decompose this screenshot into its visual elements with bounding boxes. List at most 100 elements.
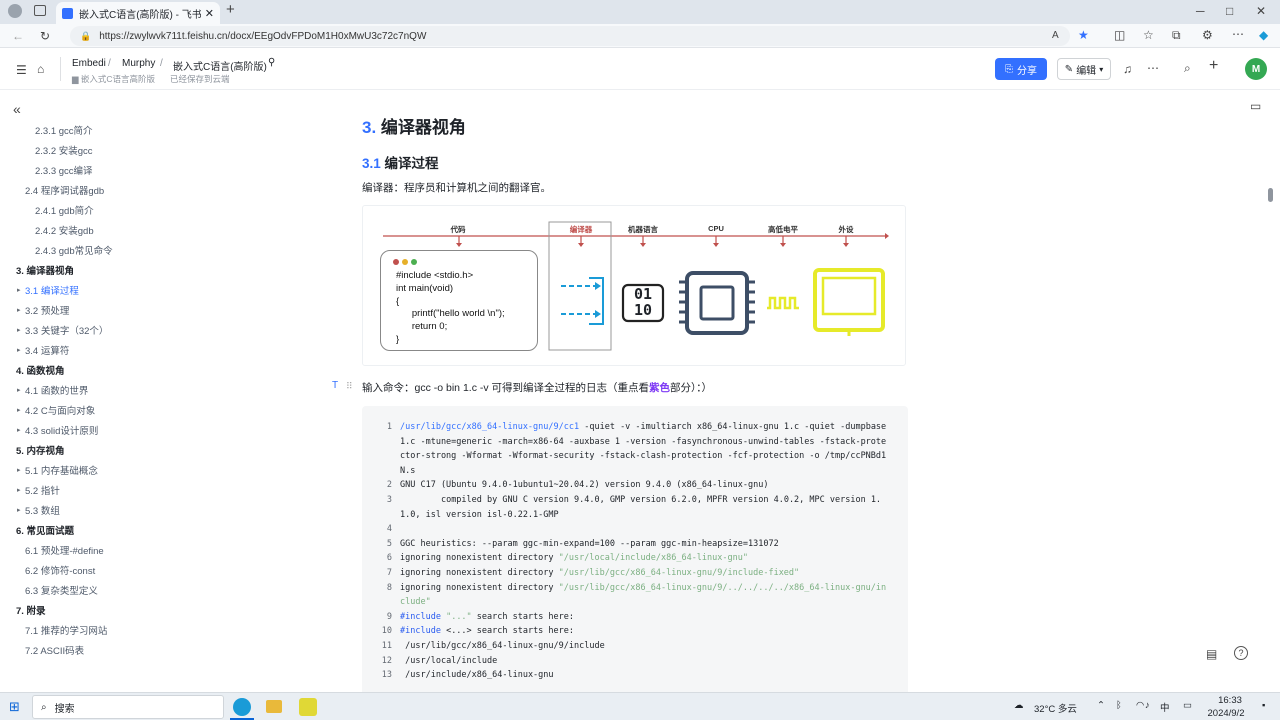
toc-item[interactable]: 6. 常见面试题 — [0, 520, 270, 540]
toc-item[interactable]: 7.2 ASCII码表 — [0, 640, 270, 660]
toc-item[interactable]: ▸ 3.4 运算符 — [0, 340, 270, 360]
toc-item[interactable]: ▸ 4.1 函数的世界 — [0, 380, 270, 400]
toc-item[interactable]: 2.4 程序调试器gdb — [0, 180, 270, 200]
new-tab-icon[interactable]: + — [226, 2, 235, 17]
profile-icon[interactable] — [8, 4, 22, 18]
split-screen-icon[interactable]: ◫ — [1114, 28, 1125, 42]
maximize-icon[interactable]: □ — [1226, 4, 1233, 18]
toc-item[interactable]: 2.3.2 安装gcc — [0, 140, 270, 160]
toc-item[interactable]: ▸ 5.3 数组 — [0, 500, 270, 520]
section-heading: 3. 编译器视角 — [362, 118, 466, 137]
toc-item[interactable]: ▸ 5.2 指针 — [0, 480, 270, 500]
breadcrumb-0[interactable]: Embedi — [72, 58, 106, 69]
bluetooth-icon[interactable]: ᛒ — [1116, 700, 1122, 711]
expand-arrow-icon[interactable]: ▸ — [17, 486, 21, 494]
extensions-icon[interactable]: ⚙ — [1202, 28, 1213, 42]
toc-item[interactable]: 6.2 修饰符-const — [0, 560, 270, 580]
collapse-sidebar-icon[interactable]: « — [13, 102, 21, 116]
weather-icon[interactable]: ☁ — [1014, 700, 1024, 711]
ime-indicator[interactable]: 中 — [1160, 700, 1170, 714]
share-button[interactable]: ⎘ 分享 — [995, 58, 1047, 80]
expand-arrow-icon[interactable]: ▸ — [17, 286, 21, 294]
toc-item[interactable]: ▸ 3.2 预处理 — [0, 300, 270, 320]
expand-arrow-icon[interactable]: ▸ — [17, 306, 21, 314]
toc-item[interactable]: ▸ 4.2 C与面向对象 — [0, 400, 270, 420]
toc-item[interactable]: 2.3.1 gcc简介 — [0, 120, 270, 140]
more-menu-icon[interactable]: ⋯ — [1232, 27, 1244, 41]
toc-item-label: 7.2 ASCII码表 — [25, 646, 85, 657]
line-number: 9 — [386, 611, 392, 622]
drag-handle-icon[interactable]: ⠿ — [346, 379, 353, 393]
battery-icon[interactable]: ▭ — [1183, 700, 1192, 711]
toc-item[interactable]: 2.4.1 gdb简介 — [0, 200, 270, 220]
app-icon[interactable] — [299, 698, 317, 716]
expand-arrow-icon[interactable]: ▸ — [17, 466, 21, 474]
tab-close-icon[interactable]: ✕ — [205, 7, 214, 20]
toc-item[interactable]: 7.1 推荐的学习网站 — [0, 620, 270, 640]
add-icon[interactable]: + — [1209, 58, 1218, 74]
clock-date[interactable]: 2024/9/2 — [1200, 708, 1252, 719]
block-type-text-icon[interactable]: T — [332, 379, 338, 393]
edge-browser-icon[interactable] — [233, 698, 251, 716]
reload-icon[interactable]: ↻ — [40, 29, 50, 43]
show-hidden-icons[interactable]: ⌃ — [1097, 700, 1105, 711]
expand-arrow-icon[interactable]: ▸ — [17, 346, 21, 354]
read-aloud-icon[interactable]: A — [1052, 29, 1059, 43]
close-window-icon[interactable]: ✕ — [1256, 4, 1266, 18]
tab-actions-icon[interactable] — [34, 5, 46, 16]
search-icon[interactable]: ⌕ — [1184, 61, 1191, 75]
notification-center-icon[interactable]: ▪ — [1262, 700, 1265, 711]
home-icon[interactable]: ⌂ — [37, 62, 44, 76]
edit-mode-button[interactable]: ✎ 编辑 ▾ — [1057, 58, 1111, 80]
toc-item[interactable]: ▸ 3.1 编译过程 — [0, 280, 270, 300]
url-text: https://zwylwvk711t.feishu.cn/docx/EEgOd… — [99, 30, 427, 42]
back-icon[interactable]: ← — [12, 29, 24, 43]
toc-item[interactable]: 7. 附录 — [0, 600, 270, 620]
expand-arrow-icon[interactable]: ▸ — [17, 386, 21, 394]
windows-taskbar: ⊞ ⌕ 搜索 ☁ 32°C 多云 ⌃ ᛒ ◠ ♪ 中 ▭ 16:33 2024/9… — [0, 692, 1280, 720]
pin-icon[interactable]: ⚲ — [268, 57, 275, 68]
comment-icon[interactable]: ▭ — [1250, 99, 1261, 113]
toc-item[interactable]: 2.4.2 安装gdb — [0, 220, 270, 240]
toc-item[interactable]: 6.1 预处理-#define — [0, 540, 270, 560]
toc-item[interactable]: ▸ 3.3 关键字（32个） — [0, 320, 270, 340]
toc-item[interactable]: 3. 编译器视角 — [0, 260, 270, 280]
toc-item[interactable]: 2.4.3 gdb常见命令 — [0, 240, 270, 260]
notification-bell-icon[interactable]: ♫ — [1123, 62, 1132, 76]
minimize-icon[interactable]: ─ — [1196, 4, 1205, 18]
toc-toggle-icon[interactable]: ☰ — [16, 63, 27, 77]
url-bar[interactable]: 🔒 https://zwylwvk711t.feishu.cn/docx/EEg… — [70, 26, 1070, 46]
toc-item[interactable]: 4. 函数视角 — [0, 360, 270, 380]
expand-arrow-icon[interactable]: ▸ — [17, 326, 21, 334]
code-block[interactable]: 1/usr/lib/gcc/x86_64-linux-gnu/9/cc1 -qu… — [362, 406, 908, 696]
breadcrumb-2[interactable]: 嵌入式C语言(高阶版) — [173, 58, 267, 73]
expand-arrow-icon[interactable]: ▸ — [17, 426, 21, 434]
toc-item[interactable]: ▸ 4.3 solid设计原则 — [0, 420, 270, 440]
more-options-icon[interactable]: ⋯ — [1147, 61, 1159, 75]
volume-icon[interactable]: ♪ — [1145, 700, 1150, 711]
collections-icon[interactable]: ⧉ — [1172, 28, 1181, 42]
toc-item[interactable]: 2.3.3 gcc编译 — [0, 160, 270, 180]
code-line: { — [396, 296, 400, 307]
clock-time[interactable]: 16:33 — [1210, 695, 1250, 706]
taskbar-search[interactable]: ⌕ 搜索 — [32, 695, 224, 719]
toc-item-label: 5.3 数组 — [25, 506, 60, 517]
favorite-star-icon[interactable]: ★ — [1078, 28, 1089, 42]
expand-arrow-icon[interactable]: ▸ — [17, 506, 21, 514]
help-icon[interactable]: ? — [1234, 646, 1248, 660]
expand-arrow-icon[interactable]: ▸ — [17, 406, 21, 414]
file-explorer-icon[interactable] — [266, 700, 282, 713]
doc-info-icon[interactable]: ▤ — [1206, 647, 1217, 661]
active-tab[interactable]: 嵌入式C语言(高阶版) - 飞书云文档 ✕ — [56, 2, 220, 24]
breadcrumb-1[interactable]: Murphy — [122, 58, 155, 69]
copilot-icon[interactable]: ◆ — [1259, 28, 1268, 42]
avatar[interactable]: M — [1245, 58, 1267, 80]
toc-item[interactable]: 5. 内存视角 — [0, 440, 270, 460]
wifi-icon[interactable]: ◠ — [1136, 700, 1144, 711]
toc-item[interactable]: 6.3 复杂类型定义 — [0, 580, 270, 600]
windows-start-icon[interactable]: ⊞ — [9, 700, 20, 714]
scrollbar-thumb[interactable] — [1268, 188, 1273, 202]
favorites-icon[interactable]: ☆ — [1143, 28, 1154, 42]
weather-text[interactable]: 32°C 多云 — [1034, 701, 1077, 715]
toc-item[interactable]: ▸ 5.1 内存基础概念 — [0, 460, 270, 480]
